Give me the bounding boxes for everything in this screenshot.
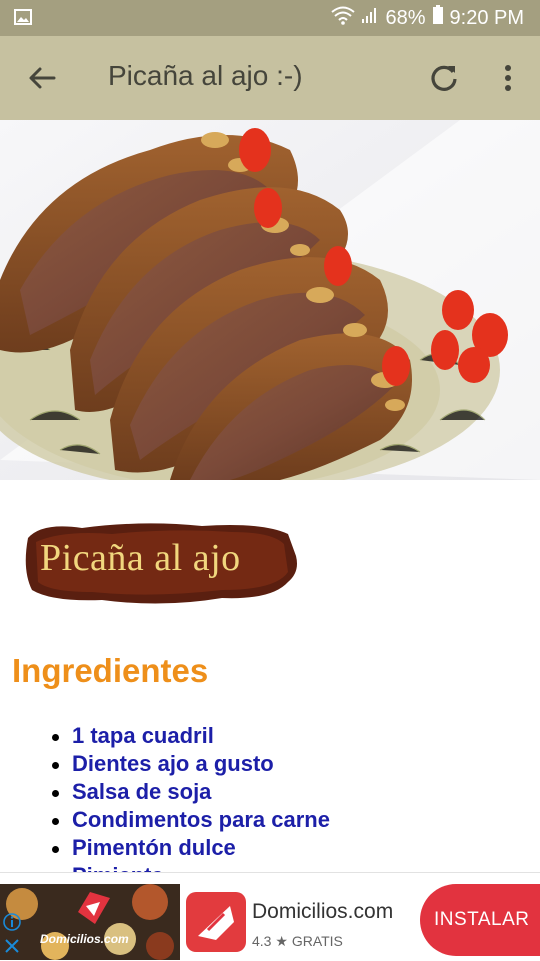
refresh-button[interactable] bbox=[424, 58, 464, 98]
rating-value: 4.3 bbox=[252, 933, 272, 949]
install-button[interactable]: INSTALAR bbox=[420, 884, 540, 956]
list-item: Salsa de soja bbox=[52, 778, 330, 806]
list-item: Pimentón dulce bbox=[52, 834, 330, 862]
battery-icon bbox=[432, 5, 444, 31]
back-button[interactable] bbox=[22, 58, 62, 98]
page-title: Picaña al ajo :-) bbox=[108, 60, 303, 91]
clock: 9:20 PM bbox=[449, 6, 524, 29]
list-item: 1 tapa cuadril bbox=[52, 722, 330, 750]
wifi-icon bbox=[331, 5, 356, 31]
back-arrow-icon bbox=[29, 67, 56, 89]
ad-price: GRATIS bbox=[291, 933, 343, 949]
close-icon[interactable] bbox=[2, 936, 22, 961]
ad-app-name[interactable]: Domicilios.com bbox=[252, 900, 393, 924]
app-bar: Picaña al ajo :-) bbox=[0, 36, 540, 120]
list-item: Dientes ajo a gusto bbox=[52, 750, 330, 778]
status-bar: 68% 9:20 PM bbox=[0, 0, 540, 36]
ad-info-icon[interactable] bbox=[2, 912, 22, 937]
signal-icon bbox=[361, 6, 379, 30]
recipe-photo bbox=[0, 120, 540, 480]
ad-app-icon[interactable] bbox=[186, 892, 246, 952]
ad-image-caption: Domicilios.com bbox=[40, 932, 129, 946]
more-vert-icon bbox=[505, 65, 511, 91]
ad-rating: 4.3 ★ GRATIS bbox=[252, 933, 343, 950]
refresh-icon bbox=[431, 65, 457, 91]
recipe-logo-text: Picaña al ajo bbox=[40, 537, 241, 579]
list-item: Condimentos para carne bbox=[52, 807, 330, 832]
gallery-icon bbox=[14, 8, 32, 31]
ad-image[interactable]: Domicilios.com bbox=[0, 884, 180, 960]
battery-level: 68% bbox=[385, 6, 426, 29]
ingredients-list: 1 tapa cuadril Dientes ajo a gusto Salsa… bbox=[52, 722, 330, 890]
star-icon: ★ bbox=[275, 933, 288, 949]
ingredients-heading: Ingredientes bbox=[12, 652, 209, 689]
more-options-button[interactable] bbox=[488, 58, 528, 98]
